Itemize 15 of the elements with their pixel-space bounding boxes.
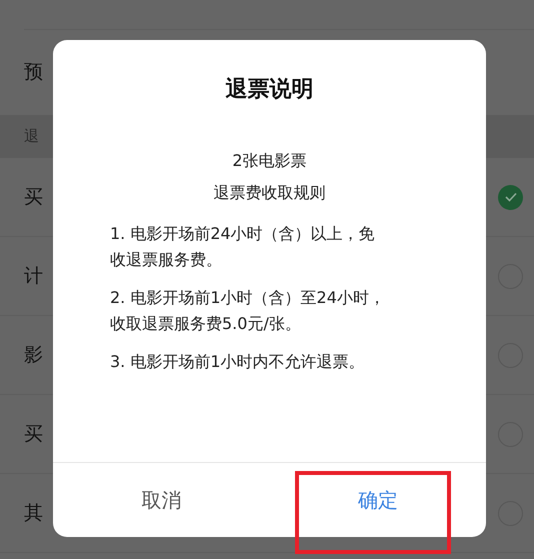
- checked-radio[interactable]: [498, 184, 523, 210]
- option-label: 其: [24, 500, 43, 526]
- row-label: 预: [24, 60, 43, 86]
- rule-text: 2. 电影开场前1小时（含）至24小时，收取退票服务费5.0元/张。: [110, 287, 386, 335]
- cancel-button[interactable]: 取消: [131, 481, 192, 519]
- option-label: 计: [24, 264, 43, 289]
- option-label: 买: [24, 422, 43, 447]
- option-label: 影: [24, 342, 43, 368]
- confirm-button[interactable]: 确定: [348, 481, 408, 519]
- rule-text: 1. 电影开场前24小时（含）以上，免收退票服务费。: [110, 223, 376, 271]
- rule-text: 3. 电影开场前1小时内不允许退票。: [110, 351, 366, 373]
- option-label: 买: [24, 184, 43, 210]
- dialog-title: 退票说明: [226, 76, 314, 104]
- subtitle-text: 退票费收取规则: [214, 182, 326, 204]
- check-icon: [504, 192, 516, 202]
